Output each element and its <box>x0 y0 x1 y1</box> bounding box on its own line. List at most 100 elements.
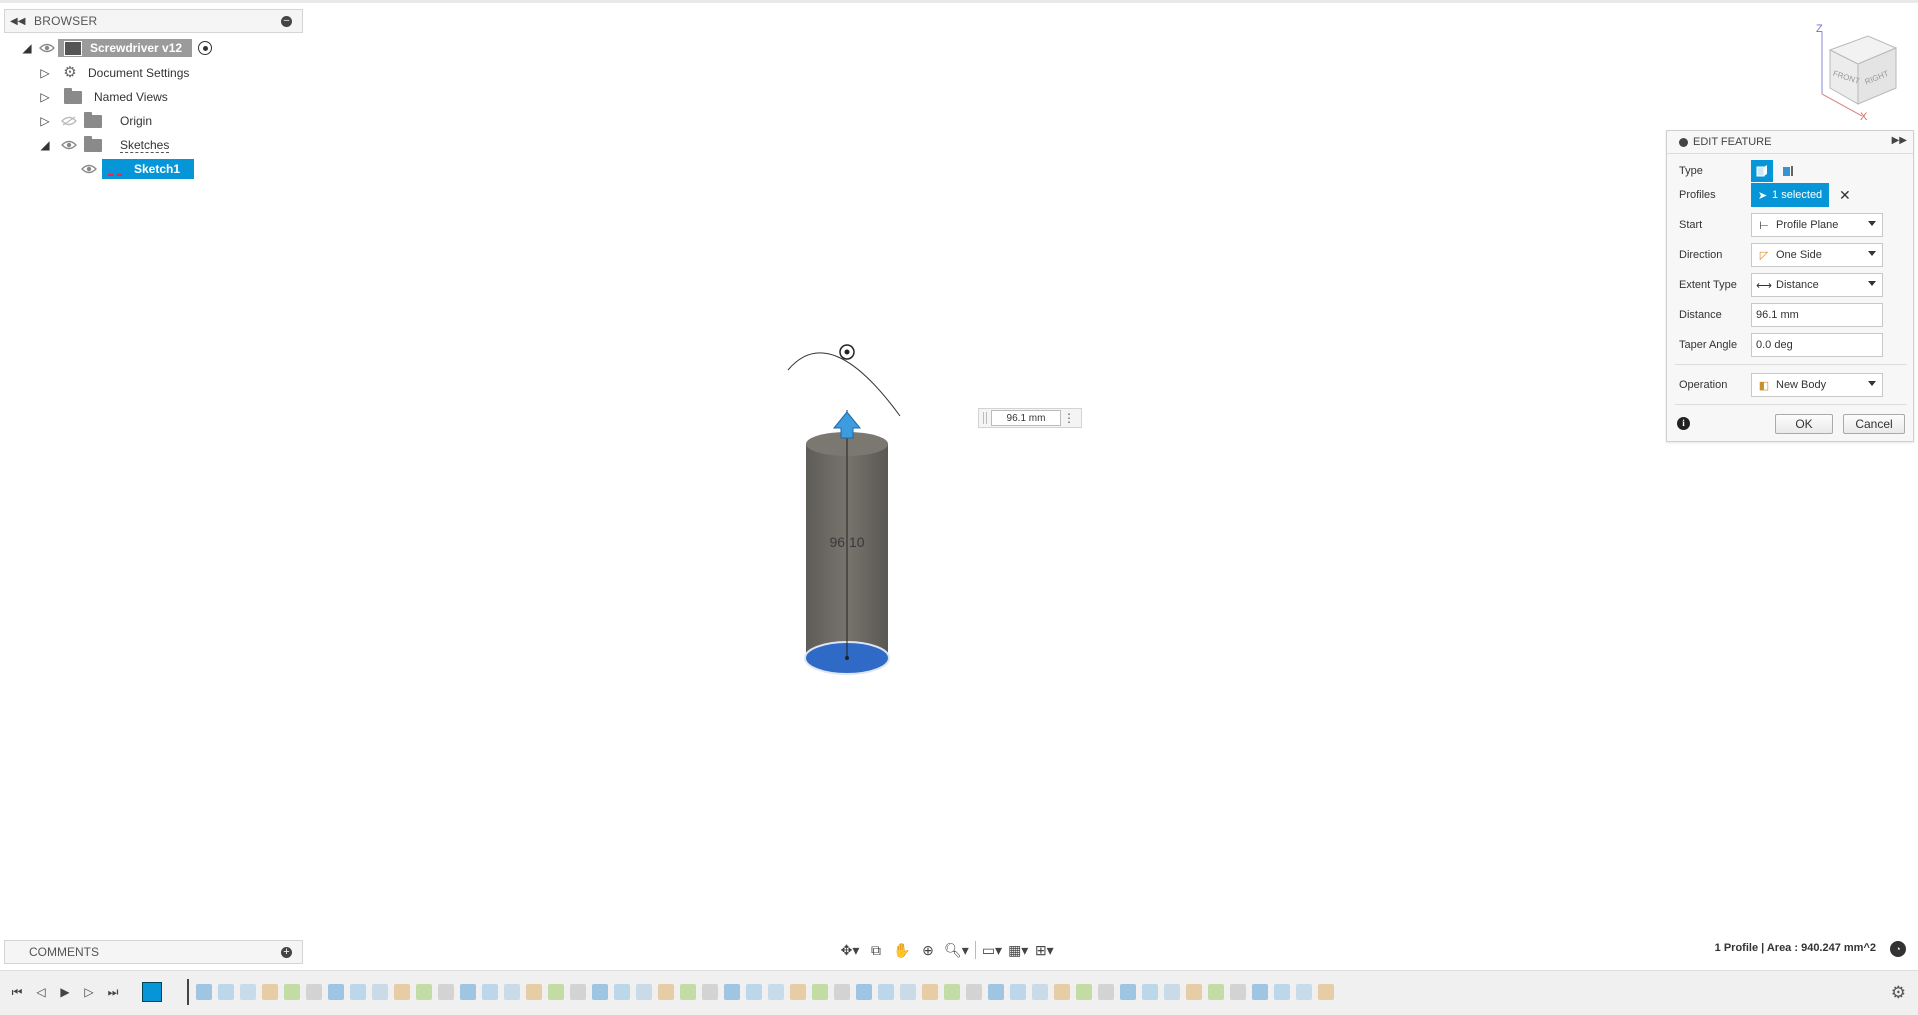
timeline-feature-icon[interactable] <box>944 984 960 1000</box>
operation-dropdown[interactable]: ◧ New Body <box>1751 373 1883 397</box>
timeline-feature-icon[interactable] <box>988 984 1004 1000</box>
timeline-feature-icon[interactable] <box>460 984 476 1000</box>
type-thin-extrude-button[interactable] <box>1777 160 1799 182</box>
timeline-feature-icon[interactable] <box>372 984 388 1000</box>
timeline-marker[interactable] <box>187 979 189 1005</box>
tree-item-named-views[interactable]: ▷ Named Views <box>38 87 168 107</box>
tree-root[interactable]: ◢ Screwdriver v12 <box>20 38 213 58</box>
timeline-feature-icon[interactable] <box>1208 984 1224 1000</box>
timeline-feature-icon[interactable] <box>196 984 212 1000</box>
timeline-feature-icon[interactable] <box>834 984 850 1000</box>
timeline-feature-icon[interactable] <box>328 984 344 1000</box>
more-options-icon[interactable]: ⋮ <box>1063 411 1075 425</box>
timeline-feature-icon[interactable] <box>768 984 784 1000</box>
look-at-icon[interactable]: ⧉ <box>866 940 886 960</box>
profiles-select-button[interactable]: ➤ 1 selected <box>1751 183 1829 207</box>
timeline-feature-icon[interactable] <box>1164 984 1180 1000</box>
visibility-eye-icon[interactable] <box>60 138 78 152</box>
measure-icon[interactable]: ◔ <box>1890 941 1906 957</box>
distance-manipulator-input[interactable]: 96.1 mm <box>991 410 1061 426</box>
collapse-panel-icon[interactable]: ◀◀ <box>10 16 28 27</box>
drag-grip-icon[interactable] <box>983 412 987 424</box>
zoom-icon[interactable]: ⊕ <box>918 940 938 960</box>
step-forward-icon[interactable]: ▷ <box>80 983 98 1001</box>
timeline-feature-icon[interactable] <box>856 984 872 1000</box>
viewcube[interactable]: FRONT RIGHT Z X <box>1810 22 1910 122</box>
timeline-feature-icon[interactable] <box>1296 984 1312 1000</box>
panel-expand-icon[interactable]: ▶▶ <box>1892 135 1907 146</box>
expand-triangle-icon[interactable]: ▷ <box>38 66 52 80</box>
visibility-eye-icon[interactable] <box>80 162 98 176</box>
timeline-feature-icon[interactable] <box>306 984 322 1000</box>
taper-angle-input[interactable]: 0.0 deg <box>1751 333 1883 357</box>
timeline-feature-icon[interactable] <box>658 984 674 1000</box>
timeline-feature-icon[interactable] <box>812 984 828 1000</box>
timeline-feature-icon[interactable] <box>240 984 256 1000</box>
timeline-feature-icon[interactable] <box>592 984 608 1000</box>
timeline-feature-icon[interactable] <box>1120 984 1136 1000</box>
timeline-feature-icon[interactable] <box>504 984 520 1000</box>
expand-triangle-icon[interactable]: ▷ <box>38 114 52 128</box>
grid-settings-icon[interactable]: ▦▾ <box>1008 940 1028 960</box>
timeline-settings-gear-icon[interactable]: ⚙ <box>1891 983 1906 1003</box>
timeline-feature-icon[interactable] <box>1076 984 1092 1000</box>
viewports-icon[interactable]: ⊞▾ <box>1034 940 1054 960</box>
timeline-feature-icon[interactable] <box>1252 984 1268 1000</box>
timeline-feature-icon[interactable] <box>1318 984 1334 1000</box>
display-settings-icon[interactable]: ▭▾ <box>982 940 1002 960</box>
extent-type-dropdown[interactable]: ⟷ Distance <box>1751 273 1883 297</box>
tree-item-document-settings[interactable]: ▷ ⚙ Document Settings <box>38 63 189 83</box>
timeline-feature-icon[interactable] <box>1010 984 1026 1000</box>
timeline-feature-icon[interactable] <box>1054 984 1070 1000</box>
tree-item-origin[interactable]: ▷ Origin <box>38 111 152 131</box>
info-icon[interactable]: i <box>1677 417 1690 430</box>
distance-input[interactable]: 96.1 mm <box>1751 303 1883 327</box>
timeline-feature-icon[interactable] <box>350 984 366 1000</box>
timeline-feature-icon[interactable] <box>1186 984 1202 1000</box>
tree-item-sketch1[interactable]: Sketch1 <box>76 159 195 179</box>
timeline-feature-icon[interactable] <box>1098 984 1114 1000</box>
sketch-selected[interactable]: Sketch1 <box>102 159 195 179</box>
timeline-feature-icon[interactable] <box>636 984 652 1000</box>
type-extrude-button[interactable] <box>1751 160 1773 182</box>
timeline-feature-icon[interactable] <box>262 984 278 1000</box>
timeline-feature-icon[interactable] <box>1032 984 1048 1000</box>
timeline-feature-icon[interactable] <box>680 984 696 1000</box>
timeline-feature-icon[interactable] <box>482 984 498 1000</box>
collapse-triangle-icon[interactable]: ◢ <box>38 138 52 152</box>
direction-dropdown[interactable]: ◸ One Side <box>1751 243 1883 267</box>
timeline-feature-icon[interactable] <box>724 984 740 1000</box>
expand-triangle-icon[interactable]: ▷ <box>38 90 52 104</box>
hidden-eye-icon[interactable] <box>60 114 78 128</box>
timeline-feature-icon[interactable] <box>526 984 542 1000</box>
timeline-feature-icon[interactable] <box>1142 984 1158 1000</box>
browser-minimize-icon[interactable]: – <box>281 16 292 27</box>
timeline-feature-icon[interactable] <box>900 984 916 1000</box>
step-back-icon[interactable]: ◁ <box>32 983 50 1001</box>
cancel-button[interactable]: Cancel <box>1843 414 1905 434</box>
clear-selection-icon[interactable]: ✕ <box>1839 187 1851 204</box>
timeline-feature-icon[interactable] <box>878 984 894 1000</box>
timeline-feature-icon[interactable] <box>790 984 806 1000</box>
visibility-eye-icon[interactable] <box>38 41 56 55</box>
timeline-feature-icon[interactable] <box>218 984 234 1000</box>
timeline-feature-icon[interactable] <box>922 984 938 1000</box>
tree-item-sketches[interactable]: ◢ Sketches <box>38 135 170 155</box>
ok-button[interactable]: OK <box>1775 414 1833 434</box>
timeline-active-feature[interactable] <box>142 982 162 1002</box>
timeline-feature-icon[interactable] <box>702 984 718 1000</box>
panel-collapse-icon[interactable] <box>1679 137 1688 147</box>
play-icon[interactable]: ▶ <box>56 983 74 1001</box>
timeline-feature-icon[interactable] <box>1274 984 1290 1000</box>
timeline-feature-icon[interactable] <box>416 984 432 1000</box>
timeline-feature-icon[interactable] <box>1230 984 1246 1000</box>
timeline-feature-icon[interactable] <box>614 984 630 1000</box>
go-to-end-icon[interactable]: ⏭ <box>104 983 122 1001</box>
timeline-feature-icon[interactable] <box>966 984 982 1000</box>
pan-hand-icon[interactable]: ✋ <box>892 940 912 960</box>
collapse-triangle-icon[interactable]: ◢ <box>20 41 34 55</box>
orbit-icon[interactable]: ✥▾ <box>840 940 860 960</box>
timeline-feature-icon[interactable] <box>394 984 410 1000</box>
root-component[interactable]: Screwdriver v12 <box>58 39 193 57</box>
model-view[interactable]: 96.10 <box>770 330 970 690</box>
